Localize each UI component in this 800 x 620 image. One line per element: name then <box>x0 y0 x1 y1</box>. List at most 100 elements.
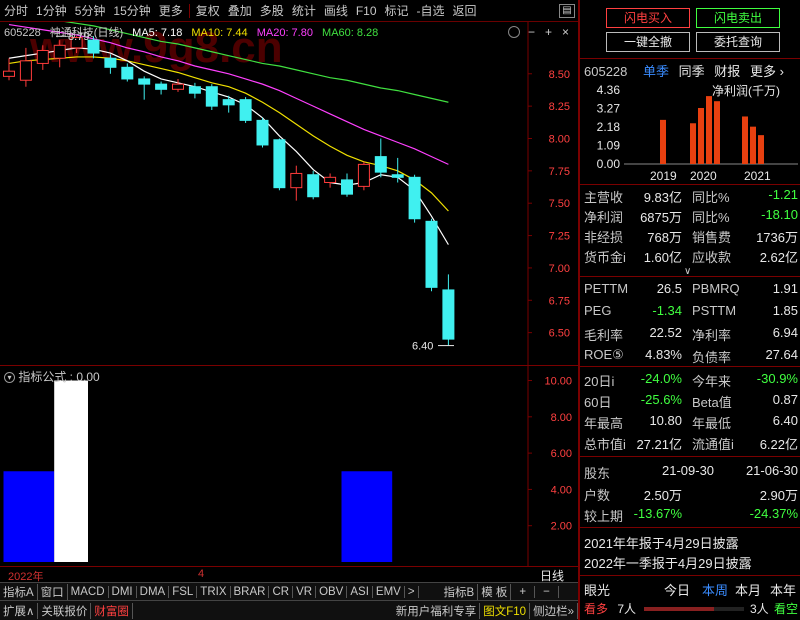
candle[interactable] <box>341 173 353 197</box>
graphic-f10-button[interactable]: 图文F10 <box>480 602 531 619</box>
candle[interactable] <box>188 82 201 99</box>
back-button[interactable]: 返回 <box>449 2 481 19</box>
candle[interactable] <box>205 84 218 111</box>
draw-line-button[interactable]: 画线 <box>320 2 352 19</box>
row-label: PEG <box>584 303 612 318</box>
tab-emv[interactable]: EMV <box>373 585 405 598</box>
tab-dmi[interactable]: DMI <box>109 585 137 598</box>
row-value: -24.0% <box>640 371 682 386</box>
order-query-button[interactable]: 委托查询 <box>696 32 780 52</box>
chart-settings-icon[interactable] <box>508 26 520 38</box>
indicator-tabs-row: 指标A 窗口 MACD DMI DMA FSL TRIX BRAR CR VR … <box>0 582 578 600</box>
tab-15min[interactable]: 15分钟 <box>109 2 154 19</box>
tab-indicator-a[interactable]: 指标A <box>0 583 38 600</box>
tab-single-quarter[interactable]: 单季 <box>643 64 669 79</box>
flash-sell-button[interactable]: 闪电卖出 <box>696 8 780 28</box>
zoom-in-icon[interactable]: + <box>545 25 552 39</box>
candle[interactable] <box>155 81 168 95</box>
layout-icon[interactable]: ▤ <box>559 3 575 18</box>
indicator-panel[interactable]: 10.00 8.00 6.00 4.00 2.00 ▾ 指标公式 : 0.00 <box>0 365 578 566</box>
tab-cr[interactable]: CR <box>269 585 294 598</box>
row-value: 27.64 <box>765 347 798 362</box>
remove-watchlist-button[interactable]: -自选 <box>413 2 449 19</box>
row-value: 6.40 <box>772 413 798 428</box>
candle[interactable] <box>172 78 184 92</box>
candle[interactable] <box>307 170 320 200</box>
candle[interactable] <box>239 97 252 123</box>
tab-indicator-b[interactable]: 指标B <box>441 583 479 600</box>
tab-fsl[interactable]: FSL <box>169 585 198 598</box>
tab-same-quarter[interactable]: 同季 <box>679 64 705 79</box>
indicator-header: ▾ 指标公式 : 0.00 <box>4 368 100 385</box>
candle[interactable] <box>290 165 303 201</box>
tab-today[interactable]: 今日 <box>664 580 690 599</box>
y-tick-label: 7.00 <box>549 263 570 275</box>
adjust-button[interactable]: 复权 <box>192 2 224 19</box>
tab-brar[interactable]: BRAR <box>231 585 270 598</box>
flash-buy-button[interactable]: 闪电买入 <box>606 8 690 28</box>
tab-trix[interactable]: TRIX <box>197 585 231 598</box>
related-quote-button[interactable]: 关联报价 <box>38 602 92 619</box>
row-label: ROE⑤ <box>584 347 624 362</box>
row-value: 6.94 <box>772 325 798 340</box>
tab-vr[interactable]: VR <box>293 585 317 598</box>
mark-button[interactable]: 标记 <box>381 2 413 19</box>
tab-report[interactable]: 财报 <box>714 64 740 79</box>
candle[interactable] <box>3 58 15 81</box>
tab-this-week[interactable]: 本周 <box>702 580 728 599</box>
statistics-button[interactable]: 统计 <box>288 2 320 19</box>
add-window-button[interactable]: + <box>511 585 536 598</box>
sidebar-toggle-button[interactable]: 侧边栏» <box>530 602 578 619</box>
tab-more-finance[interactable]: 更多 <box>750 64 776 79</box>
divider <box>580 366 800 367</box>
kline-chart[interactable]: www.9g8.cn 8.50 8.25 8.00 7.75 7.50 7.25 7.00 6… <box>0 22 578 365</box>
zoom-out-icon[interactable]: − <box>528 25 535 39</box>
indicator-bar <box>341 471 393 562</box>
candle[interactable] <box>324 173 337 188</box>
row-value: -1.34 <box>652 303 682 318</box>
tab-obv[interactable]: OBV <box>316 585 348 598</box>
divider <box>580 527 800 528</box>
cancel-all-button[interactable]: 一键全撤 <box>606 32 690 52</box>
wealth-circle-button[interactable]: 财富圈 <box>91 602 133 619</box>
tab-macd[interactable]: MACD <box>68 585 109 598</box>
multi-stock-button[interactable]: 多股 <box>256 2 288 19</box>
close-icon[interactable]: × <box>562 25 569 39</box>
tab-this-month[interactable]: 本月 <box>735 580 761 599</box>
profit-chart-title: 净利润(千万) <box>712 84 780 98</box>
tab-intraday[interactable]: 分时 <box>0 2 32 19</box>
remove-window-button[interactable]: − <box>535 585 559 598</box>
expand-button[interactable]: 扩展∧ <box>0 602 39 619</box>
f10-button[interactable]: F10 <box>352 4 381 18</box>
indicator-tick-label: 6.00 <box>551 448 572 460</box>
chevron-right-icon[interactable]: › <box>780 64 784 79</box>
candle[interactable] <box>256 117 269 148</box>
tab-template[interactable]: 模 板 <box>478 583 512 600</box>
candle[interactable] <box>138 76 151 100</box>
candle[interactable] <box>442 274 455 346</box>
profit-tick-label: 4.36 <box>597 83 621 97</box>
table-row: 60日 -25.6% Beta值 0.87 <box>584 392 798 412</box>
candle-body <box>391 174 404 178</box>
tabs-next-button[interactable]: > <box>405 585 419 598</box>
candle[interactable] <box>374 138 387 178</box>
candle-body <box>442 289 455 340</box>
candle[interactable] <box>425 218 438 292</box>
new-user-welfare-link[interactable]: 新用户福利专享 <box>393 602 481 619</box>
collapse-icon[interactable]: ▾ <box>4 372 15 384</box>
tab-5min[interactable]: 5分钟 <box>71 2 110 19</box>
tab-asi[interactable]: ASI <box>347 585 373 598</box>
date-mid: 4 <box>198 568 205 580</box>
tab-more[interactable]: 更多 <box>155 2 187 19</box>
tab-1min[interactable]: 1分钟 <box>32 2 71 19</box>
status-row: 扩展∧ 关联报价 财富圈 新用户福利专享 图文F10 侧边栏» <box>0 600 578 620</box>
candle-body <box>172 83 184 90</box>
candle[interactable] <box>273 138 286 191</box>
tab-dma[interactable]: DMA <box>137 585 170 598</box>
candle[interactable] <box>357 161 370 191</box>
overlay-button[interactable]: 叠加 <box>224 2 256 19</box>
tab-this-year[interactable]: 本年 <box>770 580 796 599</box>
tab-window[interactable]: 窗口 <box>38 583 68 600</box>
row-value: 0.87 <box>772 392 798 407</box>
candle[interactable] <box>408 174 421 223</box>
